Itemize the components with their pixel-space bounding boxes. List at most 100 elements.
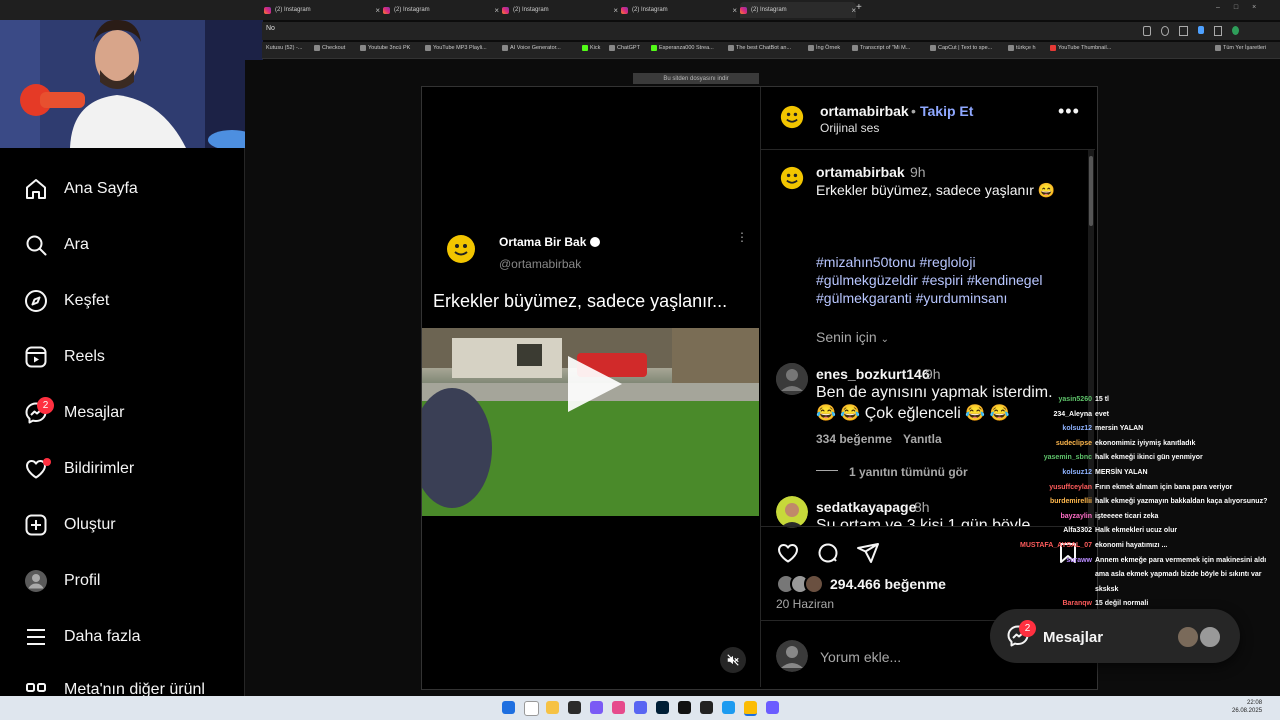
mute-button[interactable] xyxy=(720,647,746,673)
browser-tab[interactable]: (2) Instagram × xyxy=(264,2,380,18)
puzzle-icon[interactable] xyxy=(1213,26,1223,36)
bookmark-item[interactable]: ChatGPT xyxy=(609,45,640,51)
app-icon[interactable] xyxy=(590,701,603,714)
browser-tab[interactable]: (2) Instagram × xyxy=(621,2,737,18)
comment-user[interactable]: enes_bozkurt146 xyxy=(816,366,930,382)
browser-tab[interactable]: (2) Instagram × xyxy=(502,2,618,18)
comment-button[interactable] xyxy=(816,541,840,570)
close-tab-icon[interactable]: × xyxy=(375,6,380,15)
bookmark-icon xyxy=(425,45,431,51)
discord-icon[interactable] xyxy=(634,701,647,714)
photoshop-icon[interactable] xyxy=(656,701,669,714)
cast-icon[interactable] xyxy=(1143,26,1152,36)
comment-user[interactable]: sedatkayapage xyxy=(816,499,916,515)
play-icon[interactable] xyxy=(562,352,626,416)
bookmark-item[interactable]: Transcript of "Mi M... xyxy=(852,45,910,51)
folder-icon xyxy=(808,45,814,51)
like-button[interactable] xyxy=(776,541,800,570)
caption-author[interactable]: ortamabirbak xyxy=(816,164,905,180)
address-bar[interactable] xyxy=(262,22,1280,40)
browser-tab[interactable]: (2) Instagram × xyxy=(383,2,499,18)
chat-username: Alfa3302 xyxy=(1063,527,1092,535)
new-tab-button[interactable]: + xyxy=(856,2,862,13)
chat-username: yasemin_sbnc xyxy=(1043,454,1092,462)
browser-tab-active[interactable]: (2) Instagram × xyxy=(740,2,856,18)
zoom-icon[interactable] xyxy=(1161,26,1170,36)
sidebar-item-create[interactable]: Oluştur xyxy=(24,513,116,537)
sidebar-item-notifications[interactable]: Bildirimler xyxy=(24,457,134,481)
instagram-icon[interactable] xyxy=(612,701,625,714)
bookmark-item[interactable]: Checkout xyxy=(314,45,345,51)
sidebar-item-home[interactable]: Ana Sayfa xyxy=(24,177,138,201)
chat-message: yasemin_sbnc halk ekmeği ikinci gün yenmi… xyxy=(1000,454,1203,461)
bookmark-item[interactable]: Esperanza000 Strea... xyxy=(651,45,714,51)
view-replies-button[interactable]: 1 yanıtın tümünü gör xyxy=(849,465,968,479)
chat-username: kolsuz12 xyxy=(1062,425,1092,433)
obs-icon[interactable] xyxy=(568,701,581,714)
add-comment-input[interactable]: Yorum ekle... xyxy=(820,649,901,665)
bookmark-item[interactable]: Youtube 3ncü PK xyxy=(360,45,410,51)
profile-avatar[interactable] xyxy=(1232,26,1239,35)
bookmark-item[interactable]: CapCut | Text to spe... xyxy=(930,45,992,51)
close-tab-icon[interactable]: × xyxy=(732,6,737,15)
scrollbar-thumb[interactable] xyxy=(1089,156,1093,226)
post-author[interactable]: ortamabirbak xyxy=(820,103,909,119)
webcam-overlay xyxy=(0,0,263,148)
chat-text: 15 değil normali xyxy=(1095,600,1149,608)
profile-avatar xyxy=(25,570,47,592)
search-icon[interactable] xyxy=(524,701,539,716)
bookmark-item[interactable]: YouTube MP3 Playli... xyxy=(425,45,487,51)
bookmark-item[interactable]: YouTube Thumbnail... xyxy=(1050,45,1111,51)
bookmark-item[interactable]: Kick xyxy=(582,45,600,51)
capcut-icon[interactable] xyxy=(700,701,713,714)
app-icon[interactable] xyxy=(766,701,779,714)
heart-icon xyxy=(778,544,798,563)
sidebar-item-explore[interactable]: Keşfet xyxy=(24,289,109,313)
sidebar-item-search[interactable]: Ara xyxy=(24,233,89,257)
all-bookmarks[interactable]: Tüm Yer İşaretleri xyxy=(1215,45,1266,51)
start-icon[interactable] xyxy=(502,701,515,714)
comment-sort-dropdown[interactable]: Senin için ⌄ xyxy=(816,329,889,345)
download-toast[interactable]: Bu sitden dosyasını indir xyxy=(633,73,759,84)
chat-text: sksksk xyxy=(1095,585,1119,593)
extension-icon[interactable] xyxy=(1197,26,1204,34)
follow-button[interactable]: Takip Et xyxy=(920,103,973,119)
bookmark-item[interactable]: Kutusu (52) -... xyxy=(266,45,302,51)
close-tab-icon[interactable]: × xyxy=(613,6,618,15)
bookmark-star-icon[interactable] xyxy=(1179,26,1188,36)
edge-icon[interactable] xyxy=(722,701,735,714)
bookmark-item[interactable]: İng Örnek xyxy=(808,45,840,51)
hashtags[interactable]: #gülmekgüzeldir #espiri #kendinegel xyxy=(816,272,1042,288)
reply-button[interactable]: Yanıtla xyxy=(903,432,942,446)
caption-time: 9h xyxy=(910,164,926,180)
bookmark-item[interactable]: türkçe h xyxy=(1008,45,1036,51)
sidebar-item-profile[interactable]: Profil xyxy=(24,569,100,593)
hashtags[interactable]: #mizahın50tonu #regloloji xyxy=(816,254,976,270)
bookmark-item[interactable]: AI Voice Generator... xyxy=(502,45,561,51)
commenter-avatar[interactable] xyxy=(776,363,808,395)
more-options-icon[interactable]: ••• xyxy=(1058,102,1080,120)
verified-icon xyxy=(589,237,600,247)
sidebar-item-reels[interactable]: Reels xyxy=(24,345,105,369)
chat-text: ekonomi hayatımızı ... xyxy=(1095,542,1168,549)
bookmark-item[interactable]: The best ChatBot an... xyxy=(728,45,791,51)
tiktok-icon[interactable] xyxy=(678,701,691,714)
sidebar-item-meta[interactable]: Meta'nın diğer ürünl xyxy=(24,681,205,696)
chat-text: mersin YALAN xyxy=(1095,425,1144,433)
audio-label[interactable]: Orijinal ses xyxy=(820,121,879,135)
sidebar-item-more[interactable]: Daha fazla xyxy=(24,625,141,649)
author-avatar[interactable] xyxy=(780,105,804,129)
chrome-icon[interactable] xyxy=(744,701,757,716)
window-controls[interactable]: –□× xyxy=(1216,4,1270,11)
close-tab-icon[interactable]: × xyxy=(494,6,499,15)
share-button[interactable] xyxy=(856,541,880,570)
caption-author-avatar[interactable] xyxy=(780,166,804,190)
likes-count[interactable]: 294.466 beğenme xyxy=(830,576,946,592)
commenter-avatar[interactable] xyxy=(776,496,808,528)
comment-likes[interactable]: 334 beğenme xyxy=(816,432,892,446)
hashtags[interactable]: #gülmekgaranti #yurduminsanı xyxy=(816,290,1007,306)
chat-text: evet xyxy=(1095,410,1110,418)
chat-text: halk ekmeği yazmayın bakkaldan kaça alıy… xyxy=(1095,498,1268,506)
file-explorer-icon[interactable] xyxy=(546,701,559,714)
liked-by-avatars[interactable] xyxy=(776,574,826,594)
